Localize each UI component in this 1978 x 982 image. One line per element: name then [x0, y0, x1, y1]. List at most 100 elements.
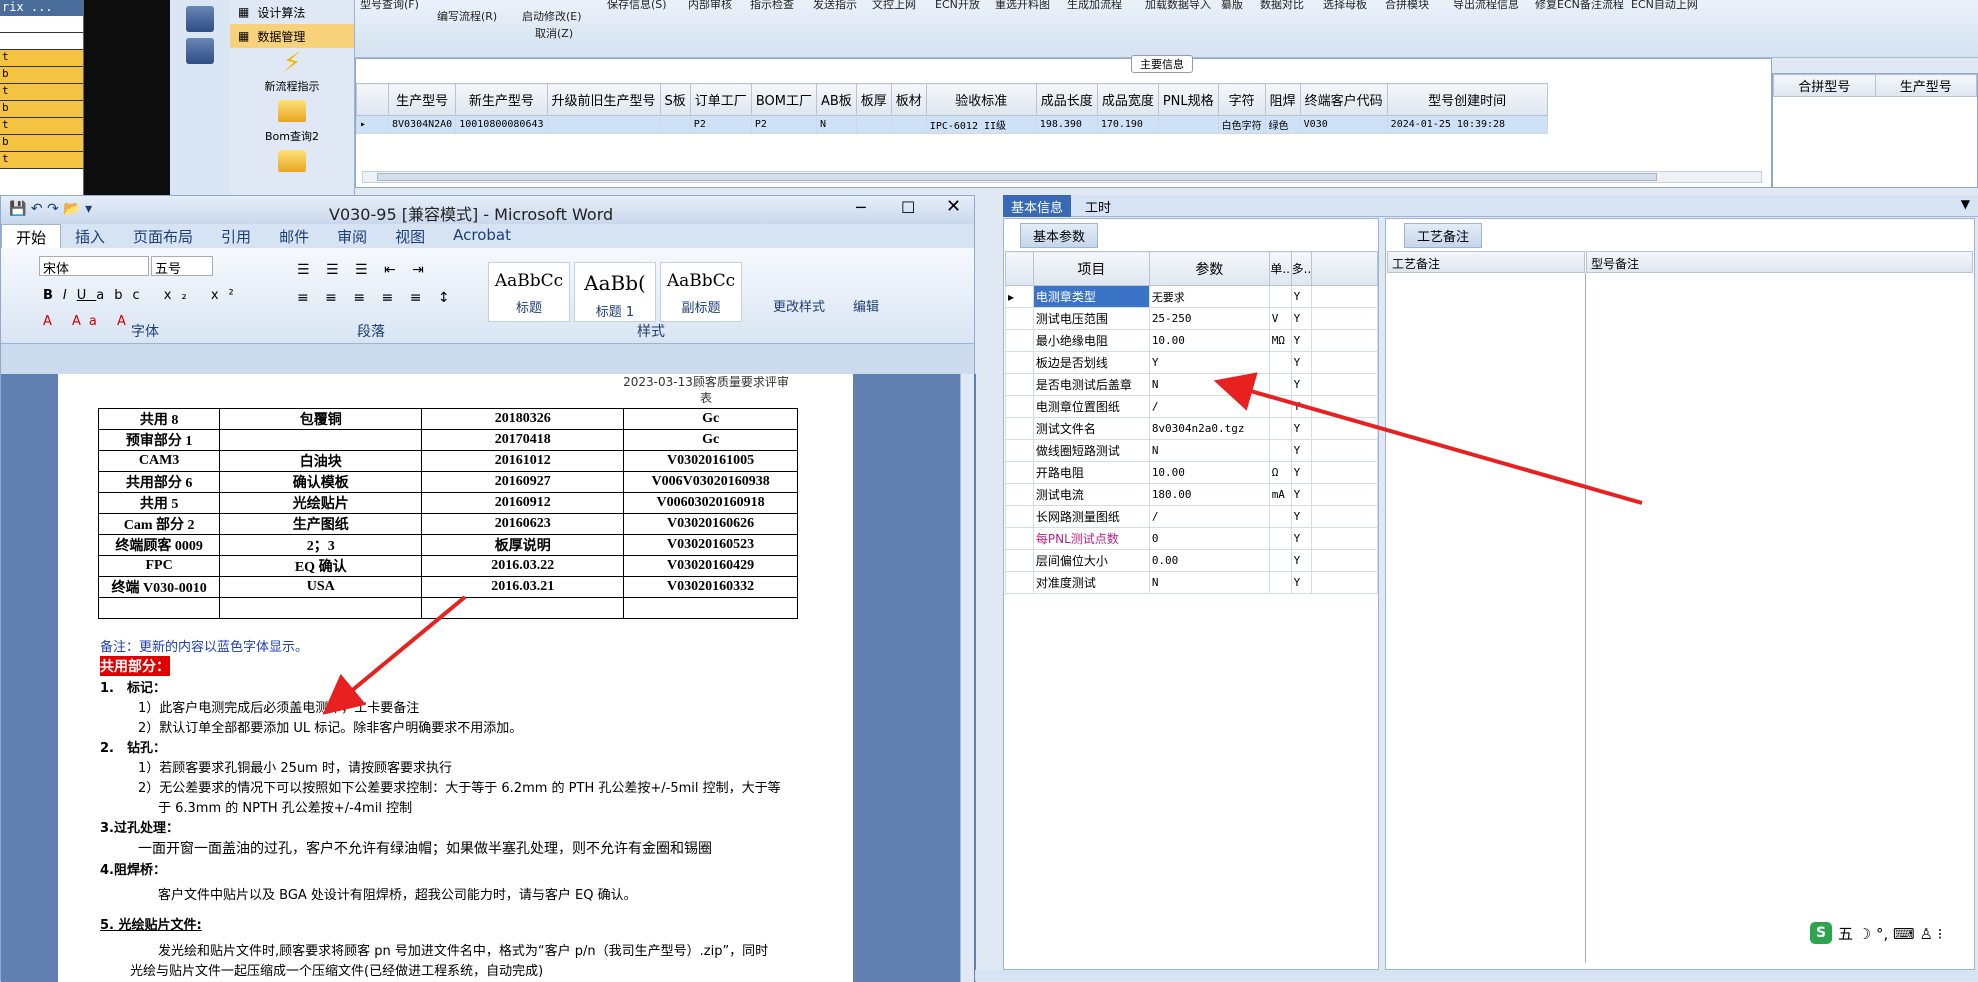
- param-cell[interactable]: 最小绝缘电阻: [1032, 329, 1150, 352]
- table-cell[interactable]: [546, 115, 661, 134]
- new-flow-button[interactable]: ⚡ 新流程指示: [230, 48, 354, 94]
- param-row[interactable]: 每PNL测试点数 0 Y: [1005, 527, 1378, 550]
- column-header[interactable]: 参数: [1148, 251, 1270, 286]
- table-cell[interactable]: [97, 597, 221, 619]
- param-cell[interactable]: Y: [1290, 527, 1313, 550]
- column-header[interactable]: 型号备注: [1586, 251, 1973, 273]
- quick-access-icons[interactable]: 💾 ↶ ↷ 📂 ▾: [9, 201, 92, 217]
- param-row[interactable]: 是否电测试后盖章 N Y: [1005, 373, 1378, 396]
- column-header[interactable]: S板: [659, 83, 691, 116]
- param-cell[interactable]: [1268, 395, 1292, 418]
- param-cell[interactable]: 开路电阻: [1032, 461, 1150, 484]
- table-cell[interactable]: V00603020160918: [623, 492, 798, 514]
- table-cell[interactable]: 共用 5: [97, 492, 221, 514]
- toolbar-item[interactable]: 指示检查: [750, 0, 794, 12]
- table-cell[interactable]: 2024-01-25 10:39:28: [1386, 115, 1548, 134]
- param-cell[interactable]: Y: [1290, 439, 1313, 462]
- param-cell[interactable]: Y: [1290, 417, 1313, 440]
- table-cell[interactable]: 8V0304N2A0: [387, 115, 457, 134]
- param-cell[interactable]: 电测章类型: [1032, 285, 1150, 308]
- table-cell[interactable]: 20160623: [421, 513, 625, 535]
- param-cell[interactable]: 测试电压范围: [1032, 307, 1150, 330]
- column-header[interactable]: 项目: [1032, 251, 1150, 286]
- param-cell[interactable]: Y: [1290, 395, 1313, 418]
- toolbar-item[interactable]: 合拼模块: [1385, 0, 1429, 12]
- tab-basic-info[interactable]: 基本信息: [1003, 195, 1072, 217]
- param-row[interactable]: 电测章位置图纸 / Y: [1005, 395, 1378, 418]
- table-cell[interactable]: V03020160523: [623, 534, 798, 556]
- table-cell[interactable]: 包覆铜: [219, 408, 423, 430]
- column-header[interactable]: 工艺备注: [1387, 251, 1585, 273]
- table-cell[interactable]: V03020160429: [623, 555, 798, 577]
- table-cell[interactable]: 终端 V030-0010: [97, 576, 221, 598]
- table-cell[interactable]: V03020160332: [623, 576, 798, 598]
- style-title[interactable]: AaBbCc 标题: [488, 262, 570, 322]
- tab-mailings[interactable]: 邮件: [265, 224, 323, 248]
- toolbar-item[interactable]: 文控上网: [872, 0, 916, 12]
- table-cell[interactable]: P2: [750, 115, 817, 134]
- edit-button[interactable]: 编辑: [853, 296, 879, 315]
- list-buttons[interactable]: ☰ ☰ ☰ ⇤ ⇥: [297, 262, 430, 278]
- column-header[interactable]: 订单工厂: [689, 83, 752, 116]
- list-item[interactable]: t: [0, 84, 83, 101]
- param-cell[interactable]: Y: [1290, 549, 1313, 572]
- param-cell[interactable]: 是否电测试后盖章: [1032, 373, 1150, 396]
- column-header[interactable]: 合拼型号: [1773, 74, 1876, 97]
- param-cell[interactable]: mA: [1268, 483, 1292, 506]
- horizontal-scrollbar[interactable]: [362, 171, 1762, 183]
- param-cell[interactable]: 0: [1148, 527, 1270, 550]
- param-cell[interactable]: N: [1148, 439, 1270, 462]
- toolbar-item[interactable]: 型号查询(F): [360, 0, 419, 12]
- param-cell[interactable]: 做线圈短路测试: [1032, 439, 1150, 462]
- param-cell[interactable]: 每PNL测试点数: [1032, 527, 1150, 550]
- table-cell[interactable]: V03020161005: [623, 450, 798, 472]
- table-cell[interactable]: 共用 8: [97, 408, 221, 430]
- ime-status[interactable]: 五 ☽ °, ⌨ ♙ ⁝: [1838, 923, 1942, 944]
- table-cell[interactable]: IPC-6012 II级: [925, 115, 1037, 134]
- table-cell[interactable]: P2: [689, 115, 752, 134]
- style-subtitle[interactable]: AaBbCc 副标题: [660, 262, 742, 322]
- toolbar-item[interactable]: 导出流程信息: [1453, 0, 1519, 12]
- param-cell[interactable]: 层间偏位大小: [1032, 549, 1150, 572]
- param-cell[interactable]: /: [1148, 395, 1270, 418]
- table-cell[interactable]: 170.190: [1096, 115, 1159, 134]
- toolbar-item[interactable]: 发送指示: [813, 0, 857, 12]
- table-cell[interactable]: N: [815, 115, 857, 134]
- param-cell[interactable]: 测试电流: [1032, 483, 1150, 506]
- param-row[interactable]: 对准度测试 N Y: [1005, 571, 1378, 594]
- list-item[interactable]: [0, 33, 83, 50]
- column-header[interactable]: 字符: [1217, 83, 1266, 116]
- list-item[interactable]: t: [0, 50, 83, 67]
- tab-acrobat[interactable]: Acrobat: [439, 224, 525, 248]
- table-cell[interactable]: FPC: [97, 555, 221, 577]
- column-header[interactable]: 新生产型号: [455, 83, 548, 116]
- table-cell[interactable]: Cam 部分 2: [97, 513, 221, 535]
- table-row[interactable]: ▸ 8V0304N2A0 10010800080643 P2 P2 N IPC-…: [356, 115, 1548, 134]
- vertical-scrollbar[interactable]: [960, 374, 974, 982]
- table-cell[interactable]: 预审部分 1: [97, 429, 221, 451]
- table-cell[interactable]: 2016.03.21: [421, 576, 625, 598]
- column-header[interactable]: 多..: [1290, 251, 1313, 286]
- column-header[interactable]: 生产型号: [1874, 74, 1977, 97]
- column-header[interactable]: 阻焊: [1264, 83, 1301, 116]
- data-module-icon[interactable]: [186, 38, 214, 64]
- param-row[interactable]: 测试文件名 8v0304n2a0.tgz Y: [1005, 417, 1378, 440]
- font-color-buttons[interactable]: A Aa A: [43, 314, 134, 329]
- param-cell[interactable]: 25-250: [1148, 307, 1270, 330]
- table-cell[interactable]: 终端顾客 0009: [97, 534, 221, 556]
- table-cell[interactable]: 20160912: [421, 492, 625, 514]
- tab-work-hours[interactable]: 工时: [1077, 195, 1119, 217]
- table-cell[interactable]: [659, 115, 691, 134]
- list-item[interactable]: b: [0, 101, 83, 118]
- tab-craft-notes[interactable]: 工艺备注: [1404, 223, 1483, 248]
- table-cell[interactable]: 198.390: [1035, 115, 1098, 134]
- list-item[interactable]: b: [0, 135, 83, 152]
- column-header[interactable]: 型号创建时间: [1386, 83, 1548, 116]
- param-cell[interactable]: 180.00: [1148, 483, 1270, 506]
- toolbar-item[interactable]: 加载数据导入: [1145, 0, 1211, 12]
- param-cell[interactable]: N: [1148, 571, 1270, 594]
- param-cell[interactable]: Y: [1290, 571, 1313, 594]
- param-cell[interactable]: Y: [1290, 483, 1313, 506]
- param-row[interactable]: 板边是否划线 Y Y: [1005, 351, 1378, 374]
- list-item[interactable]: t: [0, 118, 83, 135]
